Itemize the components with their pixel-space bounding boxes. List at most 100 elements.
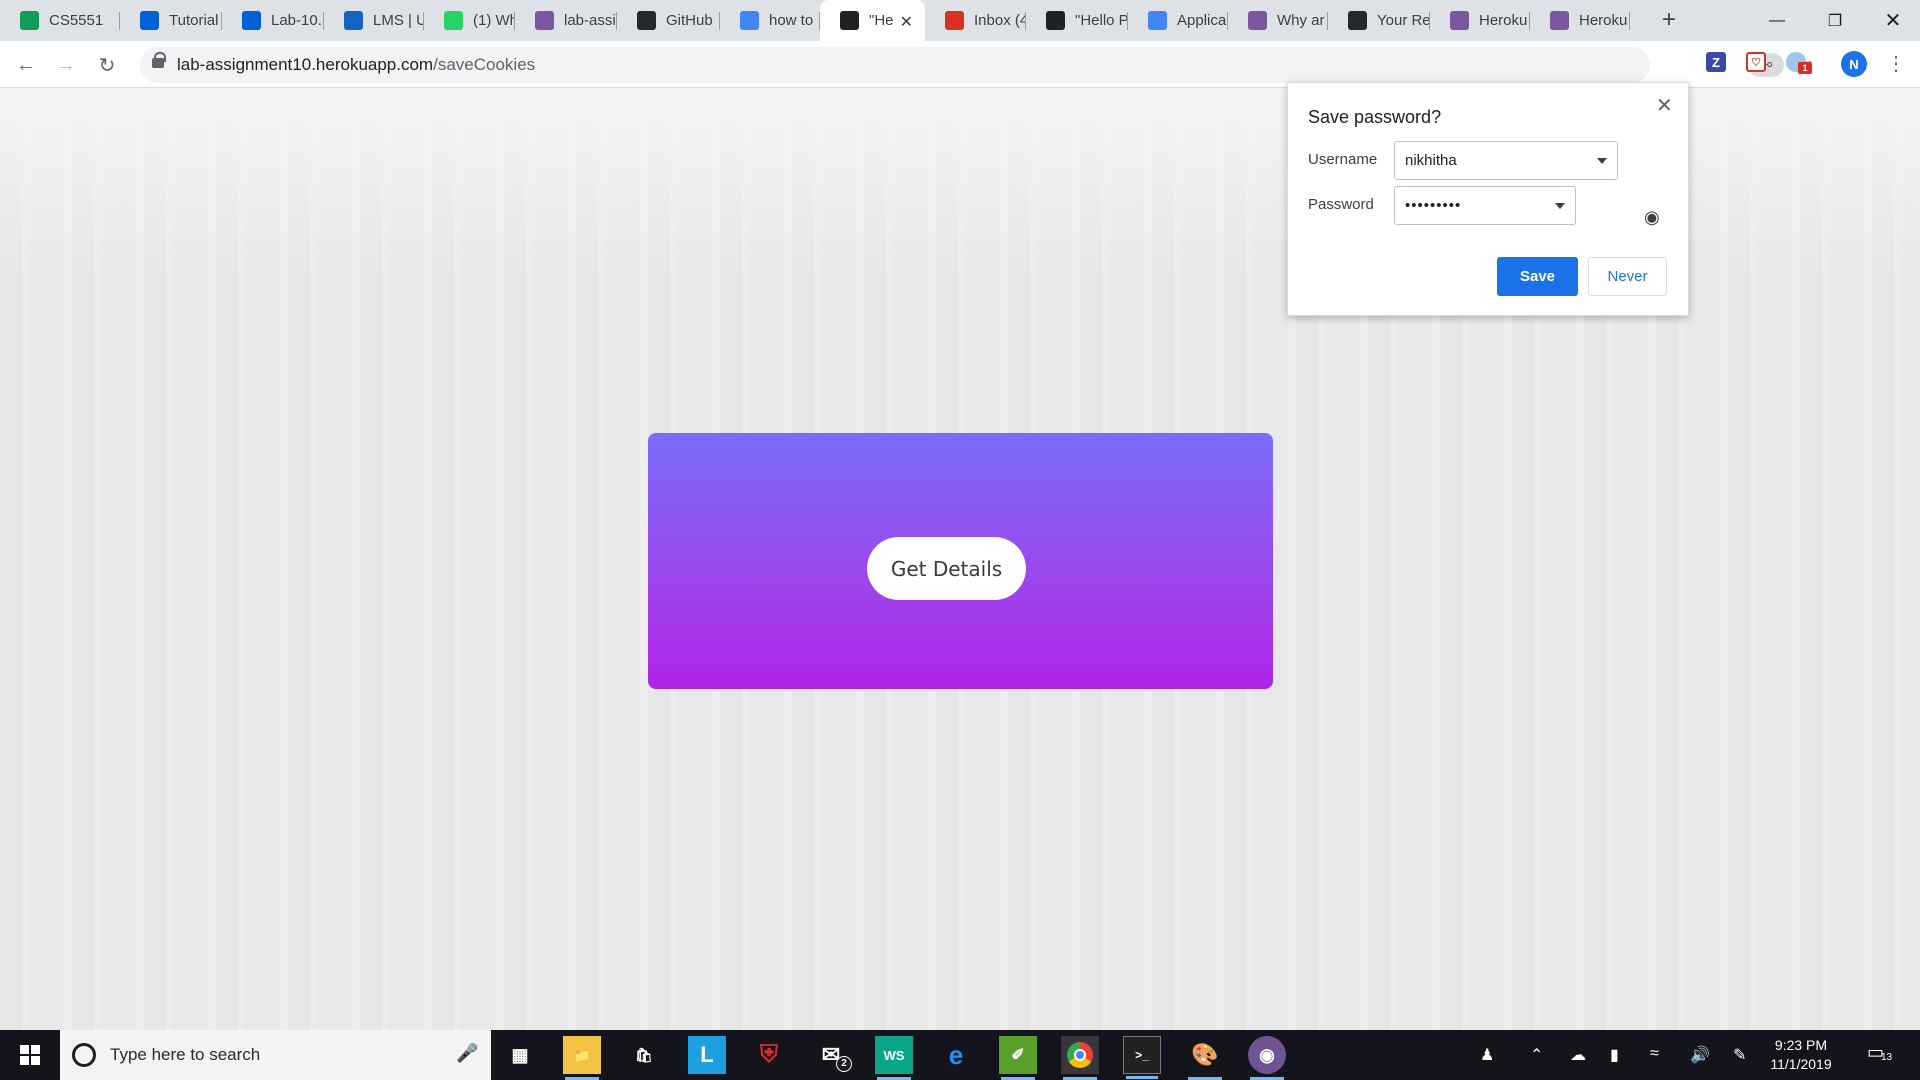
terminal-icon[interactable]: >_ [1123, 1036, 1161, 1079]
pen-icon[interactable]: ✎ [1733, 1045, 1746, 1065]
tab-label: "He [869, 12, 894, 29]
tab-green-plus[interactable]: CS5551 [0, 0, 120, 41]
restore-button[interactable]: ❐ [1804, 0, 1866, 41]
address-bar[interactable]: lab-assignment10.herokuapp.com/saveCooki… [140, 47, 1813, 83]
tab-heroku[interactable]: Heroku [1530, 0, 1630, 41]
clock-time: 9:23 PM [1774, 1037, 1828, 1053]
github-desktop-icon[interactable]: ◉ [1248, 1036, 1286, 1080]
tab-label: (1) Wha [473, 12, 515, 29]
get-details-button[interactable]: Get Details [867, 537, 1026, 600]
github-icon [1348, 11, 1367, 30]
tab-gmail[interactable]: Inbox (4 [925, 0, 1026, 41]
profile-avatar[interactable]: N [1841, 51, 1867, 77]
pocket-extension-icon[interactable]: ♡ [1746, 52, 1766, 72]
chevron-up-icon[interactable]: ⌃ [1530, 1045, 1543, 1065]
mcafee-icon[interactable]: ⛨ [750, 1036, 788, 1074]
tab-label: CS5551 [49, 12, 104, 29]
clock-date: 11/1/2019 [1770, 1056, 1832, 1072]
kebab-menu-icon[interactable]: ⋮ [1886, 51, 1906, 76]
close-icon[interactable]: ✕ [1656, 93, 1673, 118]
tab-label: LMS | U [373, 12, 424, 29]
store-icon[interactable]: 🛍 [625, 1036, 663, 1074]
whatsapp-icon [444, 11, 463, 30]
box-icon [140, 11, 159, 30]
tab-heroku[interactable]: Heroku [1430, 0, 1530, 41]
chevron-down-icon [1597, 158, 1607, 164]
heroku-icon [1550, 11, 1569, 30]
minimize-button[interactable]: — [1746, 0, 1808, 41]
back-button[interactable]: ← [10, 49, 42, 81]
tab-lms[interactable]: LMS | U [324, 0, 424, 41]
taskbar-clock[interactable]: 9:23 PM 11/1/2019 [1762, 1036, 1840, 1074]
tab-home[interactable]: "He ✕ [820, 0, 925, 41]
arrow-right-icon: → [56, 53, 76, 76]
search-placeholder: Type here to search [110, 1045, 261, 1064]
onedrive-icon[interactable]: ☁ [1570, 1045, 1586, 1065]
tab-label: Heroku [1479, 12, 1528, 29]
battery-icon[interactable]: ▮ [1610, 1045, 1619, 1065]
tab-label: Lab-10. [271, 12, 322, 29]
tab-box[interactable]: Tutorial [120, 0, 222, 41]
chrome-icon[interactable] [1061, 1036, 1099, 1080]
dialog-title: Save password? [1308, 107, 1442, 127]
save-button[interactable]: Save [1497, 257, 1578, 296]
tab-label: Your Re [1377, 12, 1430, 29]
edge-icon[interactable]: e [937, 1036, 975, 1074]
username-value: nikhitha [1405, 152, 1457, 169]
tab-google[interactable]: how to [720, 0, 820, 41]
close-tab-icon[interactable]: ✕ [900, 12, 913, 32]
mail-icon[interactable]: ✉ 2 [812, 1036, 852, 1074]
mail-badge: 2 [836, 1056, 852, 1072]
paint-icon[interactable]: 🎨 [1186, 1036, 1224, 1080]
tab-label: Heroku [1579, 12, 1628, 29]
cortana-icon [72, 1043, 96, 1067]
heroku-icon [1248, 11, 1267, 30]
home-icon [840, 11, 859, 30]
never-button[interactable]: Never [1588, 257, 1667, 296]
show-password-eye-icon[interactable]: ◉ [1644, 207, 1660, 228]
notepadplusplus-icon[interactable]: ✐ [999, 1036, 1037, 1080]
volume-icon[interactable]: 🔊 [1690, 1045, 1710, 1065]
tab-heroku[interactable]: Why ar [1228, 0, 1328, 41]
github-icon [637, 11, 656, 30]
home-icon [1046, 11, 1065, 30]
tab-heroku[interactable]: lab-assi [515, 0, 617, 41]
username-select[interactable]: nikhitha [1394, 141, 1618, 180]
extension-badge: 1 [1798, 62, 1812, 74]
new-tab-button[interactable]: + [1655, 6, 1683, 34]
url-text[interactable]: lab-assignment10.herokuapp.com/saveCooki… [177, 55, 535, 75]
tab-box[interactable]: Lab-10. [222, 0, 324, 41]
taskbar-search[interactable]: Type here to search 🎤 [60, 1030, 491, 1080]
tab-label: Tutorial [169, 12, 219, 29]
reload-icon: ↻ [98, 54, 116, 77]
password-select[interactable]: ••••••••• [1394, 186, 1576, 225]
task-view-icon[interactable]: ▦ [501, 1036, 539, 1074]
chrome-logo [1067, 1042, 1093, 1068]
wifi-icon[interactable]: ≈ [1650, 1045, 1659, 1063]
close-window-button[interactable]: ✕ [1862, 0, 1920, 41]
tab-home[interactable]: "Hello P [1026, 0, 1128, 41]
tab-github[interactable]: GitHub [617, 0, 720, 41]
file-explorer-icon[interactable]: 📁 [563, 1036, 601, 1080]
action-center-icon[interactable]: ▭ 13 [1867, 1042, 1892, 1063]
tab-label: "Hello P [1075, 12, 1128, 29]
tab-github[interactable]: Your Re [1328, 0, 1430, 41]
reload-button[interactable]: ↻ [91, 49, 123, 81]
zotero-extension-icon[interactable]: Z [1706, 52, 1726, 72]
translate-extension-icon[interactable]: 1 [1786, 52, 1812, 74]
lync-app-icon[interactable]: L [688, 1036, 726, 1074]
tab-google[interactable]: Applica [1128, 0, 1228, 41]
start-button[interactable] [0, 1030, 60, 1080]
windows-taskbar: Type here to search 🎤 ▦ 📁 🛍 L ⛨ ✉ 2 WS e … [0, 1030, 1920, 1080]
tab-label: lab-assi [564, 12, 616, 29]
tab-separator [1629, 12, 1630, 30]
tab-label: GitHub [666, 12, 713, 29]
tab-whatsapp[interactable]: (1) Wha [424, 0, 515, 41]
microphone-icon[interactable]: 🎤 [456, 1043, 478, 1064]
forward-button[interactable]: → [50, 49, 82, 81]
password-value: ••••••••• [1405, 197, 1462, 214]
tab-label: Inbox (4 [974, 12, 1026, 29]
green-plus-icon [20, 11, 39, 30]
people-icon[interactable]: ♟ [1480, 1045, 1494, 1065]
webstorm-icon[interactable]: WS [875, 1036, 913, 1080]
